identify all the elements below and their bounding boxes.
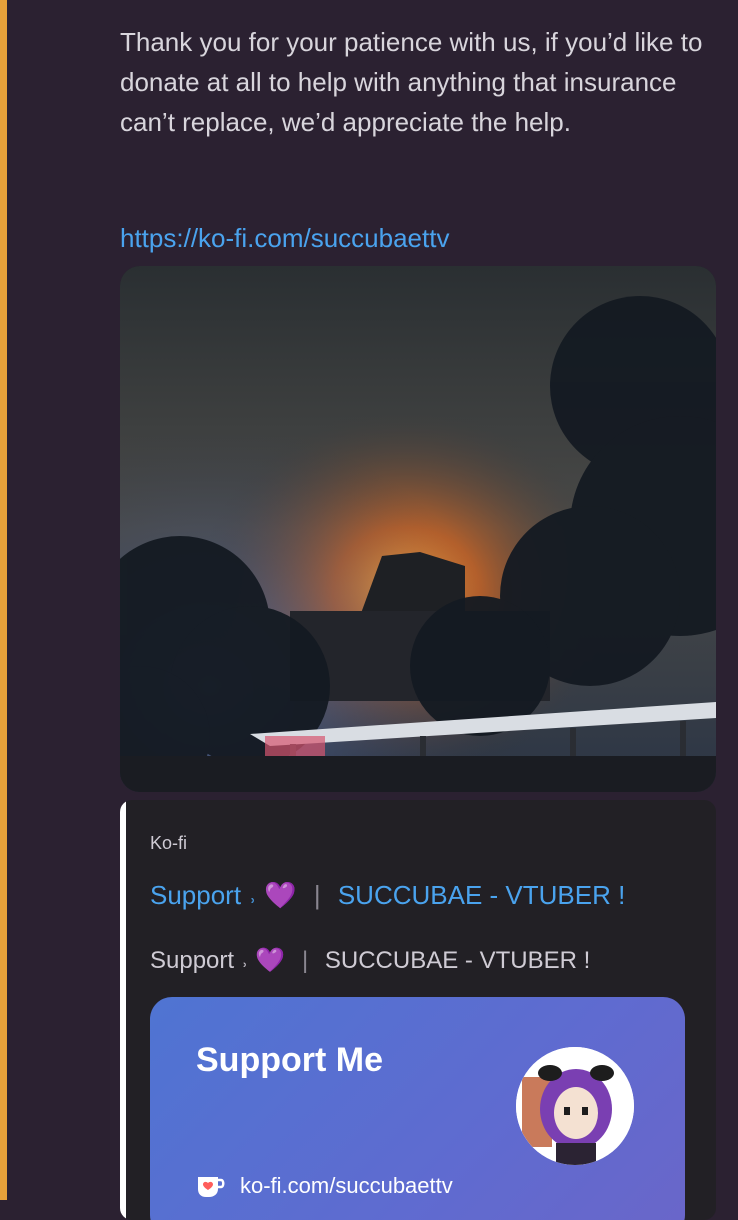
embed-desc-suffix: SUCCUBAE - VTUBER ! [324,947,591,974]
donation-link[interactable]: https://ko-fi.com/succubaettv [120,218,449,258]
embed-desc-prefix: Support [150,947,235,974]
embed-title-prefix: Support [150,880,242,910]
avatar [516,1047,634,1165]
embed-accent-bar [120,800,126,1220]
card-url: ko-fi.com/succubaettv [240,1173,453,1198]
embed-description: Support ˒ 💜 | SUCCUBAE - VTUBER ! [150,946,590,975]
embed-desc-glyph: ˒ [240,947,249,974]
purple-heart-icon: 💜 [255,947,286,974]
card-url-row: ko-fi.com/succubaettv [196,1173,453,1199]
link-embed: Ko-fi Support ˒ 💜 | SUCCUBAE - VTUBER ! … [120,800,716,1220]
embed-title-suffix: SUCCUBAE - VTUBER ! [337,880,626,910]
embed-provider: Ko-fi [150,833,188,853]
embed-title-glyph: ˒ [248,880,257,910]
desc-separator: | [301,947,309,974]
title-separator: | [313,880,321,910]
kofi-card[interactable]: Support Me ko-fi.com/succubaettv [150,997,685,1220]
purple-heart-icon: 💜 [264,880,297,910]
left-accent-bar [0,0,7,1200]
message-text: Thank you for your patience with us, if … [120,27,703,137]
fire-photo[interactable] [120,266,716,792]
card-title: Support Me [196,1041,383,1079]
kofi-cup-icon [198,1177,225,1197]
embed-title[interactable]: Support ˒ 💜 | SUCCUBAE - VTUBER ! [150,880,625,911]
